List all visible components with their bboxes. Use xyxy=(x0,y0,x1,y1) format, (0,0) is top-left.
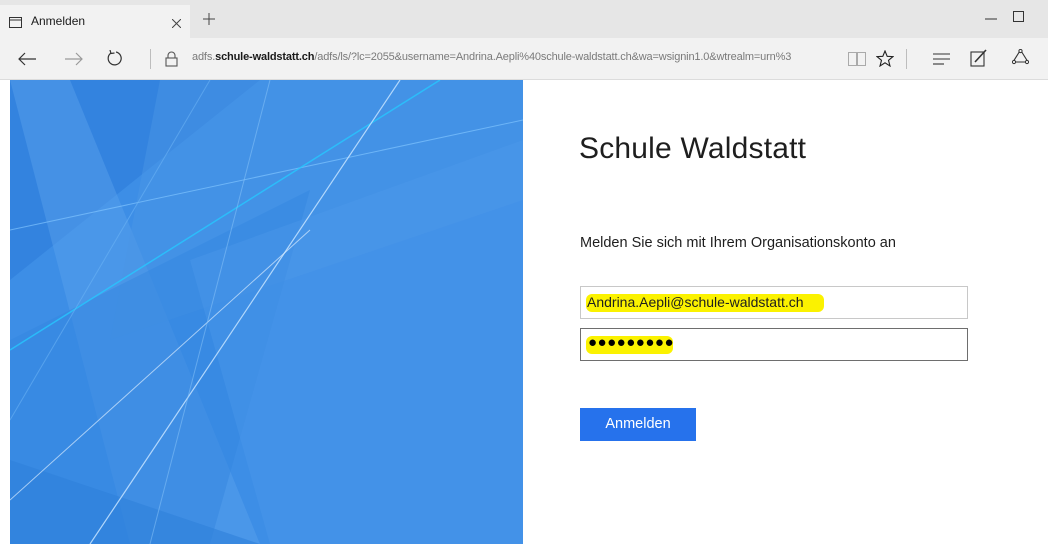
sign-in-button[interactable]: Anmelden xyxy=(580,408,696,441)
browser-tab[interactable]: Anmelden xyxy=(0,5,190,38)
tab-page-icon xyxy=(9,17,22,28)
close-icon[interactable] xyxy=(172,19,181,28)
password-mask: ●●●●●●●●● xyxy=(588,334,675,351)
sign-in-prompt: Melden Sie sich mit Ihrem Organisationsk… xyxy=(580,235,896,251)
minimize-icon[interactable] xyxy=(985,9,997,23)
url-domain: schule-waldstatt.ch xyxy=(215,51,315,63)
url-path: /adfs/ls/?lc=2055&username=Andrina.Aepli… xyxy=(314,51,792,63)
star-icon[interactable] xyxy=(876,50,894,67)
username-field[interactable]: Andrina.Aepli@schule-waldstatt.ch xyxy=(580,286,968,319)
abstract-lines-image xyxy=(10,80,523,544)
maximize-icon[interactable] xyxy=(1013,11,1024,22)
hub-icon[interactable] xyxy=(933,53,950,65)
lock-icon[interactable] xyxy=(165,51,178,67)
separator xyxy=(150,49,151,69)
pen-icon[interactable] xyxy=(970,49,988,67)
plus-icon[interactable] xyxy=(203,13,215,25)
username-value: Andrina.Aepli@schule-waldstatt.ch xyxy=(587,294,804,310)
tab-title: Anmelden xyxy=(31,14,86,28)
url-prefix: adfs. xyxy=(192,51,216,63)
back-arrow-icon[interactable] xyxy=(18,52,36,66)
share-icon[interactable] xyxy=(1012,49,1029,67)
refresh-icon[interactable] xyxy=(107,50,124,67)
address-bar[interactable]: adfs.schule-waldstatt.ch/adfs/ls/?lc=205… xyxy=(192,51,842,63)
password-field[interactable]: ●●●●●●●●● xyxy=(580,328,968,361)
forward-arrow-icon[interactable] xyxy=(65,52,83,66)
tab-strip: Anmelden xyxy=(0,0,1048,38)
navigation-bar: adfs.schule-waldstatt.ch/adfs/ls/?lc=205… xyxy=(0,38,1048,80)
separator xyxy=(906,49,907,69)
organization-title: Schule Waldstatt xyxy=(579,132,807,165)
background-illustration xyxy=(10,80,523,544)
book-icon[interactable] xyxy=(848,52,866,66)
